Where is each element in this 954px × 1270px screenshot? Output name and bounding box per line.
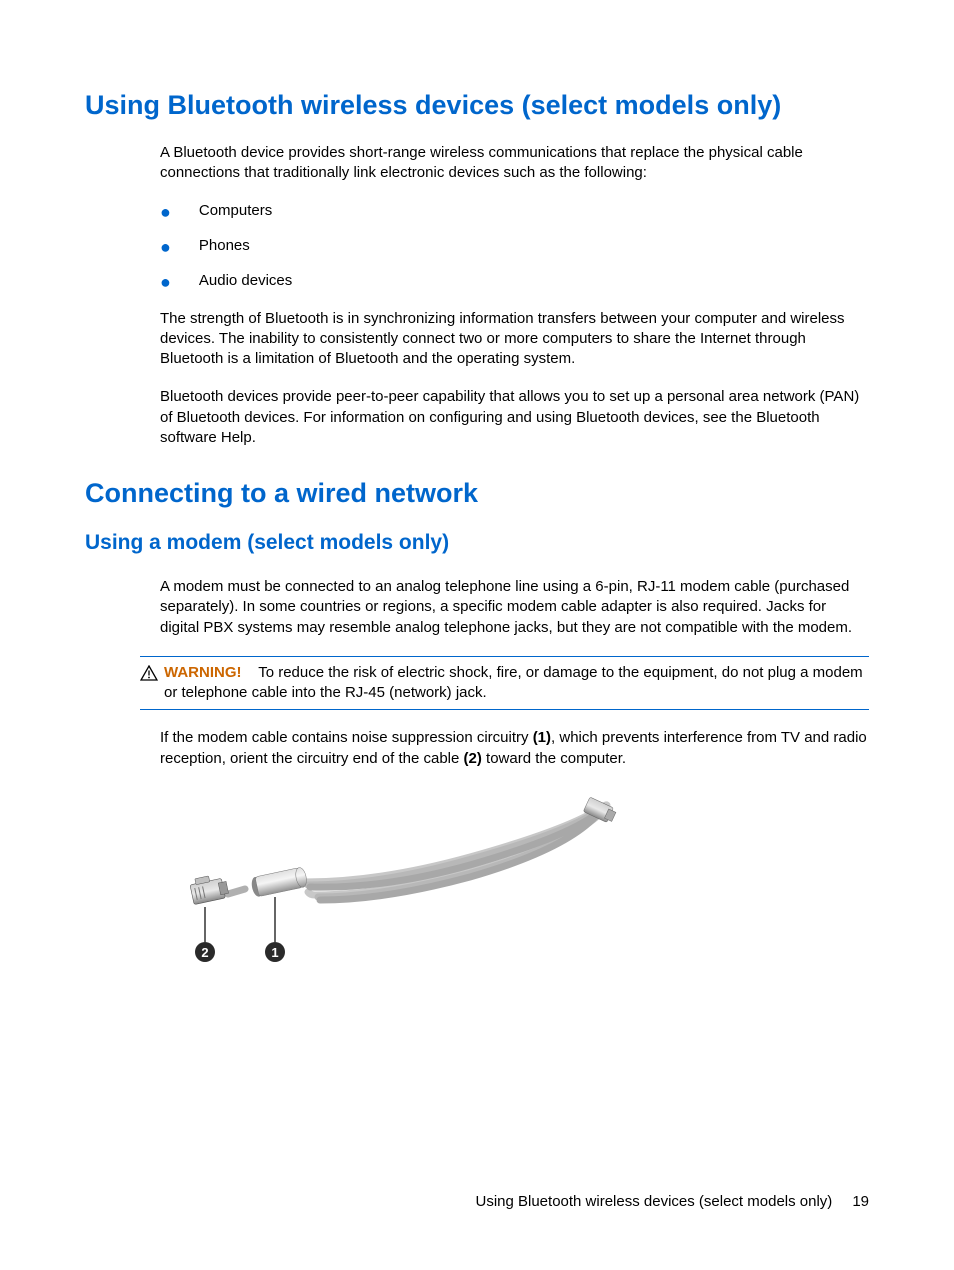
- callout-label-2: 2: [201, 945, 208, 960]
- warning-body-text: To reduce the risk of electric shock, fi…: [164, 664, 863, 701]
- paragraph-intro: A Bluetooth device provides short-range …: [160, 143, 869, 184]
- figure-modem-cable: 2 1: [160, 787, 869, 992]
- text-fragment: toward the computer.: [482, 750, 626, 767]
- heading-wired: Connecting to a wired network: [85, 478, 869, 509]
- list-item: ● Computers: [160, 202, 869, 221]
- bullet-text: Phones: [199, 237, 250, 254]
- warning-icon: [140, 665, 158, 686]
- paragraph-peer: Bluetooth devices provide peer-to-peer c…: [160, 387, 869, 448]
- bullet-icon: ●: [160, 273, 171, 291]
- text-fragment: If the modem cable contains noise suppre…: [160, 729, 533, 746]
- subheading-modem: Using a modem (select models only): [85, 531, 869, 555]
- warning-label: WARNING!: [164, 664, 242, 681]
- paragraph-strength: The strength of Bluetooth is in synchron…: [160, 309, 869, 370]
- footer-page-number: 19: [852, 1193, 869, 1210]
- list-item: ● Audio devices: [160, 272, 869, 291]
- callout-ref-2: (2): [464, 750, 482, 767]
- bullet-text: Audio devices: [199, 272, 292, 289]
- footer-section-title: Using Bluetooth wireless devices (select…: [475, 1193, 832, 1210]
- page-footer: Using Bluetooth wireless devices (select…: [475, 1193, 869, 1210]
- list-item: ● Phones: [160, 237, 869, 256]
- heading-bluetooth: Using Bluetooth wireless devices (select…: [85, 90, 869, 121]
- bullet-icon: ●: [160, 238, 171, 256]
- warning-callout: WARNING! To reduce the risk of electric …: [140, 656, 869, 711]
- callout-label-1: 1: [271, 945, 278, 960]
- bullet-icon: ●: [160, 203, 171, 221]
- paragraph-noise-suppression: If the modem cable contains noise suppre…: [160, 728, 869, 769]
- callout-ref-1: (1): [533, 729, 551, 746]
- warning-text: WARNING! To reduce the risk of electric …: [164, 663, 869, 704]
- paragraph-modem-intro: A modem must be connected to an analog t…: [160, 577, 869, 638]
- bullet-list: ● Computers ● Phones ● Audio devices: [160, 202, 869, 291]
- warning-body: [246, 664, 259, 681]
- bullet-text: Computers: [199, 202, 272, 219]
